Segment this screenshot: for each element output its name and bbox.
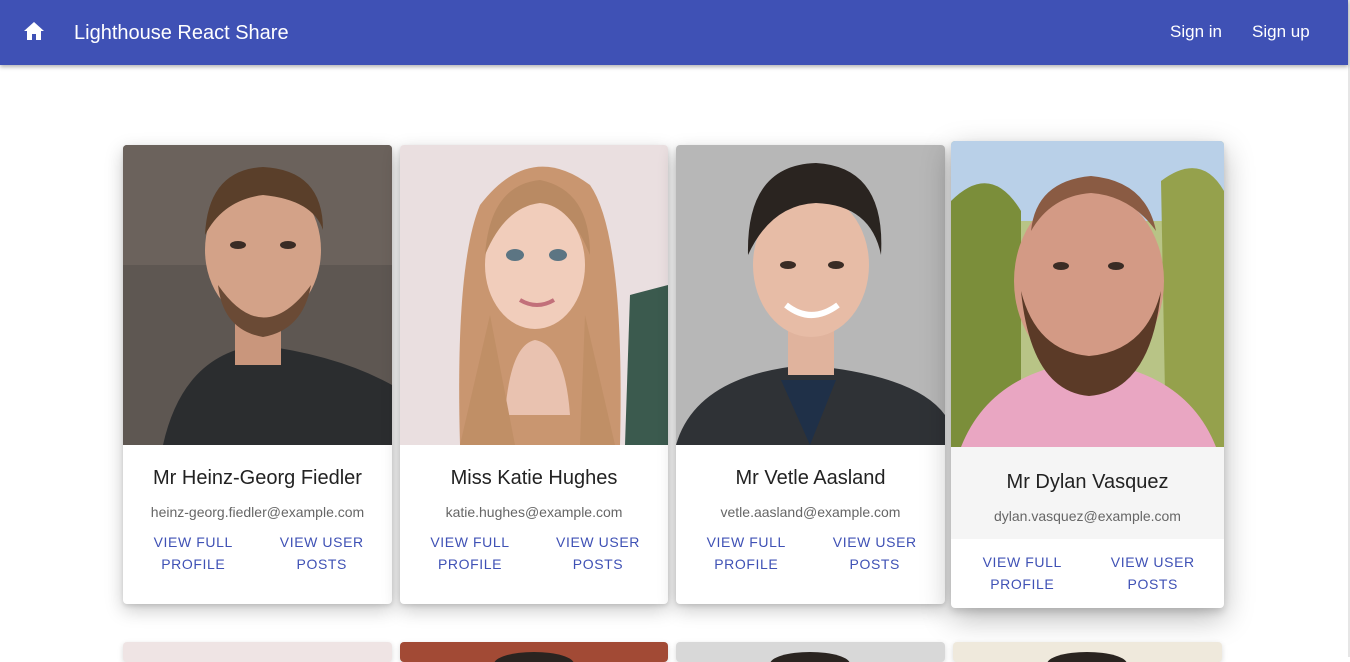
user-card-partial: [953, 642, 1222, 662]
view-full-profile-button[interactable]: VIEW FULL PROFILE: [415, 531, 525, 575]
home-icon: [23, 21, 45, 46]
user-photo: [400, 145, 668, 445]
view-user-posts-button[interactable]: VIEW USER POSTS: [1098, 551, 1208, 595]
app-title[interactable]: Lighthouse React Share: [74, 20, 289, 46]
user-photo: [123, 145, 392, 445]
user-card: Miss Katie Hughes katie.hughes@example.c…: [400, 145, 668, 604]
user-email: dylan.vasquez@example.com: [994, 508, 1181, 524]
user-email: katie.hughes@example.com: [445, 504, 623, 520]
app-bar: Lighthouse React Share Sign in Sign up: [0, 0, 1348, 65]
user-name: Mr Vetle Aasland: [735, 467, 886, 489]
user-card: Mr Vetle Aasland vetle.aasland@example.c…: [676, 145, 945, 604]
sign-up-button[interactable]: Sign up: [1252, 20, 1310, 44]
view-user-posts-button[interactable]: VIEW USER POSTS: [820, 531, 930, 575]
user-card: Mr Heinz-Georg Fiedler heinz-georg.fiedl…: [123, 145, 392, 604]
user-photo: [951, 141, 1224, 447]
sign-in-button[interactable]: Sign in: [1170, 20, 1222, 44]
user-card-partial: [676, 642, 945, 662]
user-email: heinz-georg.fiedler@example.com: [150, 504, 365, 520]
user-email: vetle.aasland@example.com: [720, 504, 901, 520]
user-name: Mr Dylan Vasquez: [1006, 471, 1169, 493]
user-name: Miss Katie Hughes: [450, 467, 618, 489]
user-card: Mr Dylan Vasquez dylan.vasquez@example.c…: [951, 141, 1224, 608]
user-card-partial: [400, 642, 668, 662]
view-full-profile-button[interactable]: VIEW FULL PROFILE: [967, 551, 1077, 595]
view-full-profile-button[interactable]: VIEW FULL PROFILE: [138, 531, 248, 575]
view-user-posts-button[interactable]: VIEW USER POSTS: [543, 531, 653, 575]
user-photo: [676, 145, 945, 445]
view-user-posts-button[interactable]: VIEW USER POSTS: [267, 531, 377, 575]
user-card-partial: [123, 642, 392, 662]
view-full-profile-button[interactable]: VIEW FULL PROFILE: [691, 531, 801, 575]
user-name: Mr Heinz-Georg Fiedler: [153, 467, 362, 489]
home-button[interactable]: [18, 17, 50, 49]
